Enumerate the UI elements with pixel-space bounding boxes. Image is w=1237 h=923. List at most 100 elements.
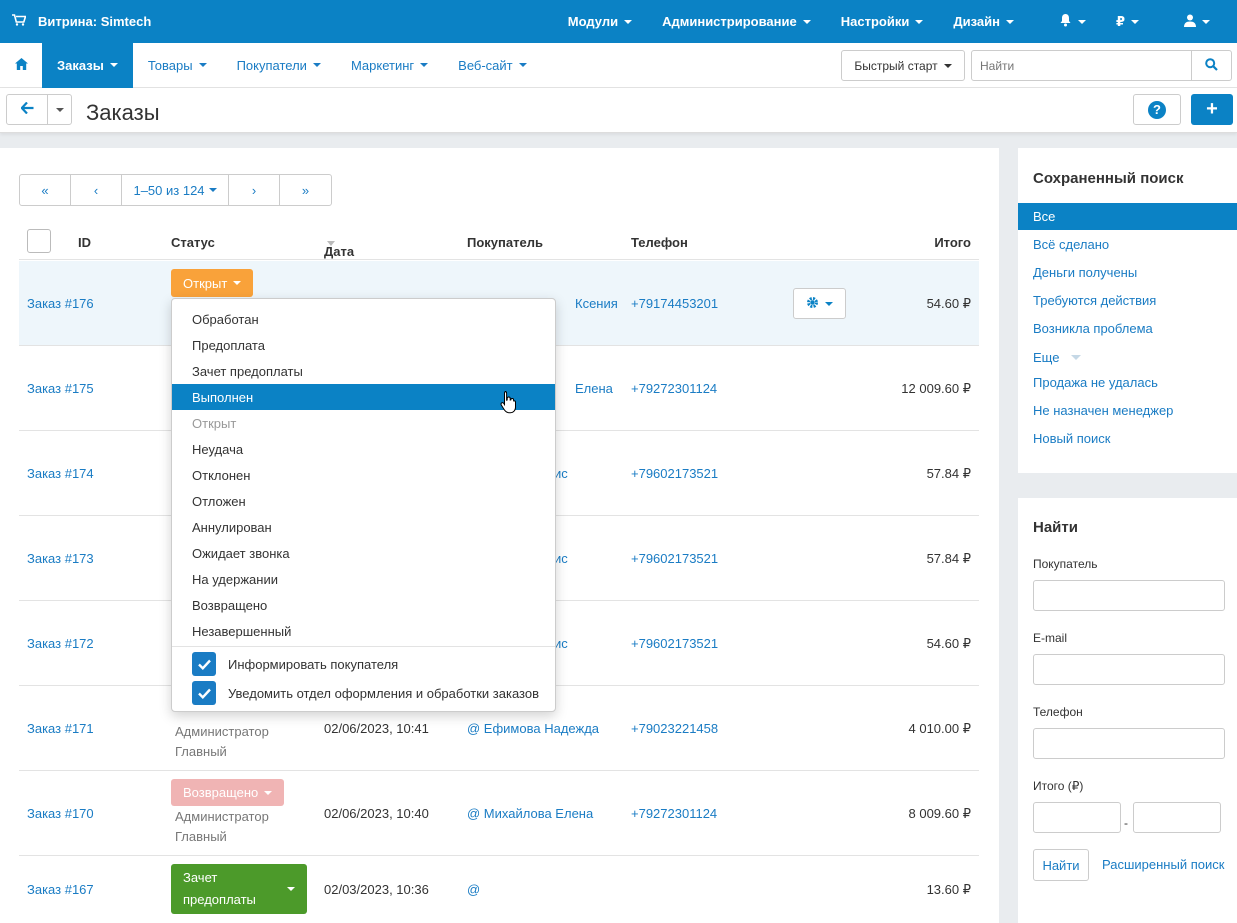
order-link[interactable]: Заказ #175 [27, 381, 94, 396]
customer-input[interactable] [1033, 580, 1225, 611]
phone-input[interactable] [1033, 728, 1225, 759]
tab-products[interactable]: Товары [133, 43, 222, 88]
saved-search-action-required[interactable]: Требуются действия [1018, 287, 1237, 314]
caret-down-icon [198, 63, 207, 67]
page-first-button[interactable]: « [20, 175, 71, 205]
status-option-prepayment[interactable]: Предоплата [172, 332, 555, 358]
status-dropdown-prepayment[interactable]: Зачет предоплаты [171, 864, 307, 914]
status-option-prepayment-offset[interactable]: Зачет предоплаты [172, 358, 555, 384]
notify-customer-checkbox[interactable]: Информировать покупателя [192, 652, 398, 676]
tab-website[interactable]: Веб-сайт [443, 43, 541, 88]
menu-modules[interactable]: Модули [553, 14, 647, 29]
saved-search-new[interactable]: Новый поиск [1018, 425, 1237, 452]
header-date[interactable]: Дата [324, 235, 354, 259]
phone-link[interactable]: +79272301124 [631, 381, 717, 396]
checkmark-icon [192, 652, 216, 676]
bell-icon [1059, 13, 1072, 30]
page-range-dropdown[interactable]: 1–50 из 124 [122, 175, 229, 205]
customer-link[interactable]: @ Михайлова Елена [467, 806, 593, 821]
phone-link[interactable]: +79602173521 [631, 636, 718, 651]
status-option-failed[interactable]: Неудача [172, 436, 555, 462]
customer-link[interactable]: ис [554, 551, 568, 566]
saved-search-paid[interactable]: Деньги получены [1018, 259, 1237, 286]
saved-search-more[interactable]: Еще [1018, 344, 1237, 371]
customer-link[interactable]: Елена [575, 381, 613, 396]
advanced-search-link[interactable]: Расширенный поиск [1102, 857, 1224, 872]
status-option-canceled[interactable]: Аннулирован [172, 514, 555, 540]
phone-link[interactable]: +79602173521 [631, 466, 718, 481]
menu-design[interactable]: Дизайн [938, 14, 1029, 29]
saved-search-no-manager[interactable]: Не назначен менеджер [1018, 397, 1237, 424]
quickstart-button[interactable]: Быстрый старт [841, 50, 965, 81]
status-option-returned[interactable]: Возвращено [172, 592, 555, 618]
order-link[interactable]: Заказ #176 [27, 296, 94, 311]
status-option-awaiting-call[interactable]: Ожидает звонка [172, 540, 555, 566]
saved-search-sale-failed[interactable]: Продажа не удалась [1018, 369, 1237, 396]
tab-customers[interactable]: Покупатели [222, 43, 336, 88]
tab-orders[interactable]: Заказы [42, 42, 133, 88]
status-option-on-hold[interactable]: На удержании [172, 566, 555, 592]
hand-cursor-icon [500, 390, 518, 417]
email-label: E-mail [1033, 631, 1068, 645]
row-actions-button[interactable] [793, 288, 846, 319]
customer-link[interactable]: @ [467, 882, 480, 897]
notifications-menu[interactable] [1029, 13, 1101, 30]
title-bar: Заказы ? + [0, 88, 1237, 133]
status-option-incomplete[interactable]: Незавершенный [172, 618, 555, 644]
email-input[interactable] [1033, 654, 1225, 685]
phone-link[interactable]: +79272301124 [631, 806, 717, 821]
home-button[interactable] [0, 43, 42, 88]
saved-search-done[interactable]: Всё сделано [1018, 231, 1237, 258]
back-button[interactable] [7, 95, 48, 124]
history-dropdown[interactable] [48, 95, 71, 124]
user-menu[interactable] [1154, 14, 1225, 30]
total-from-input[interactable] [1033, 802, 1121, 833]
header-id: ID [78, 235, 91, 250]
status-option-declined[interactable]: Отклонен [172, 462, 555, 488]
order-link[interactable]: Заказ #172 [27, 636, 94, 651]
page-last-button[interactable]: » [280, 175, 331, 205]
header-customer: Покупатель [467, 235, 543, 250]
menu-administration[interactable]: Администрирование [647, 14, 826, 29]
back-button-group [6, 94, 72, 125]
order-total: 8 009.60 ₽ [908, 806, 972, 821]
currency-menu[interactable]: ₽ [1101, 14, 1154, 30]
order-link[interactable]: Заказ #174 [27, 466, 94, 481]
find-button[interactable]: Найти [1033, 849, 1089, 881]
range-dash: - [1124, 816, 1128, 830]
select-all-checkbox[interactable] [27, 229, 51, 253]
header-status: Статус [171, 235, 215, 250]
order-link[interactable]: Заказ #170 [27, 806, 94, 821]
order-link[interactable]: Заказ #167 [27, 882, 94, 897]
status-option-completed[interactable]: Выполнен [172, 384, 555, 410]
phone-link[interactable]: +79023221458 [631, 721, 718, 736]
page-prev-button[interactable]: ‹ [71, 175, 122, 205]
table-row: Заказ #167 Зачет предоплаты 02/03/2023, 1… [19, 856, 979, 923]
menu-settings[interactable]: Настройки [826, 14, 939, 29]
search-button[interactable] [1191, 51, 1231, 80]
phone-link[interactable]: +79174453201 [631, 296, 718, 311]
status-dropdown-open[interactable]: Открыт [171, 269, 254, 297]
order-link[interactable]: Заказ #171 [27, 721, 94, 736]
order-link[interactable]: Заказ #173 [27, 551, 94, 566]
customer-link[interactable]: @ Ефимова Надежда [467, 721, 599, 736]
search-input[interactable] [972, 51, 1191, 80]
customer-link[interactable]: ис [554, 466, 568, 481]
status-dropdown-returned[interactable]: Возвращено [171, 779, 285, 806]
saved-search-problem[interactable]: Возникла проблема [1018, 315, 1237, 342]
add-order-button[interactable]: + [1191, 94, 1233, 125]
notify-department-checkbox[interactable]: Уведомить отдел оформления и обработки з… [192, 681, 539, 705]
saved-search-all[interactable]: Все [1018, 203, 1237, 230]
store-switcher[interactable]: Витрина: Simtech [0, 14, 151, 29]
customer-link[interactable]: ис [554, 636, 568, 651]
page-next-button[interactable]: › [229, 175, 280, 205]
total-to-input[interactable] [1133, 802, 1221, 833]
help-button[interactable]: ? [1133, 94, 1181, 125]
status-option-processed[interactable]: Обработан [172, 306, 555, 332]
tab-marketing[interactable]: Маркетинг [336, 43, 443, 88]
caret-down-icon [825, 301, 833, 306]
phone-link[interactable]: +79602173521 [631, 551, 718, 566]
status-option-backordered[interactable]: Отложен [172, 488, 555, 514]
customer-link[interactable]: Ксения [575, 296, 618, 311]
customer-label: Покупатель [1033, 557, 1098, 571]
